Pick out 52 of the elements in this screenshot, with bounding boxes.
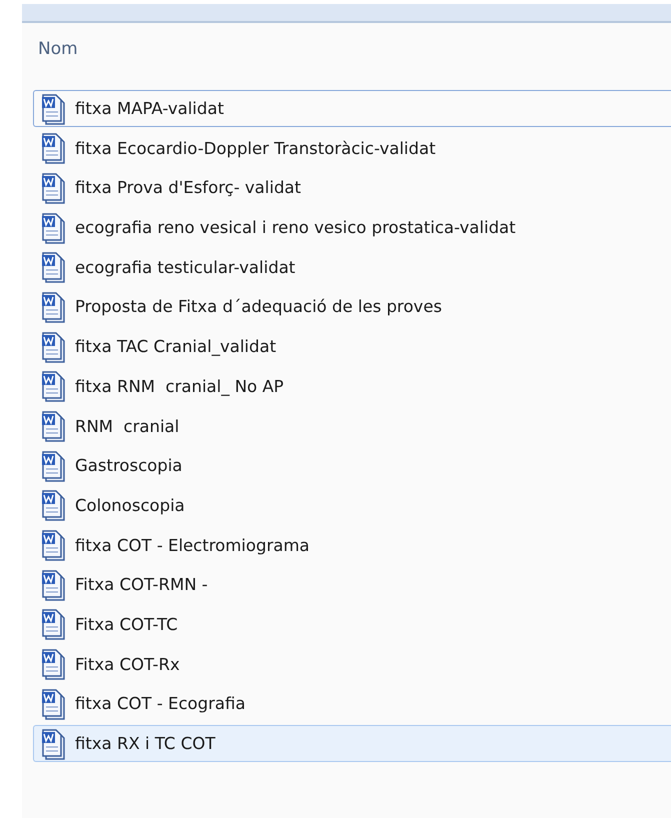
document-icon: [40, 648, 66, 680]
file-name: fitxa RX i TC COT: [75, 734, 216, 753]
document-icon: [40, 212, 66, 244]
file-row[interactable]: Fitxa COT-RMN -: [33, 566, 671, 604]
file-row[interactable]: Colonoscopia: [33, 486, 671, 524]
file-name: fitxa RNM cranial_ No AP: [75, 376, 284, 396]
document-icon: [40, 608, 66, 640]
file-row[interactable]: fitxa COT - Electromiograma: [33, 526, 671, 564]
file-name: Fitxa COT-TC: [75, 614, 178, 634]
document-icon: [40, 728, 66, 760]
file-name: Colonoscopia: [75, 496, 185, 515]
file-row[interactable]: Fitxa COT-Rx: [33, 646, 671, 683]
file-name: Gastroscopia: [75, 456, 182, 476]
file-name: fitxa COT - Ecografia: [75, 694, 246, 714]
file-name: ecografia testicular-validat: [75, 258, 296, 277]
file-row[interactable]: fitxa COT - Ecografia: [33, 685, 671, 722]
file-name: Fitxa COT-RMN -: [75, 575, 208, 594]
document-icon: [40, 290, 66, 323]
file-name: RNM cranial: [75, 416, 180, 436]
file-name: fitxa MAPA-validat: [75, 99, 224, 118]
document-icon: [40, 489, 66, 522]
file-name: Fitxa COT-Rx: [75, 654, 180, 674]
file-row[interactable]: Fitxa COT-TC: [33, 606, 671, 643]
document-icon: [40, 688, 66, 720]
document-icon: [40, 410, 66, 442]
file-name: ecografia reno vesical i reno vesico prostatica-validat: [75, 218, 516, 238]
file-row[interactable]: RNM cranial: [33, 408, 671, 444]
document-icon: [40, 568, 66, 601]
file-row[interactable]: Gastroscopia: [33, 447, 671, 484]
file-row[interactable]: ecografia testicular-validat: [33, 248, 671, 286]
document-icon: [40, 172, 66, 204]
file-name: fitxa Prova d'Esforç- validat: [75, 178, 302, 198]
document-icon: [40, 92, 66, 124]
document-icon: [40, 370, 66, 402]
file-row[interactable]: fitxa TAC Cranial_validat: [33, 328, 671, 366]
file-row[interactable]: fitxa RX i TC COT: [33, 725, 671, 762]
file-name: Proposta de Fitxa d´adequació de les proves: [75, 297, 442, 316]
column-header[interactable]: Nom: [22, 23, 671, 65]
file-row[interactable]: Proposta de Fitxa d´adequació de les proves: [33, 288, 671, 326]
document-icon: [40, 529, 66, 562]
file-row[interactable]: fitxa Ecocardio-Doppler Transtoràcic-validat: [33, 130, 671, 167]
document-icon: [40, 132, 66, 164]
document-icon: [40, 450, 66, 482]
file-row[interactable]: fitxa MAPA-validat: [33, 90, 671, 127]
document-icon: [40, 251, 66, 284]
file-name: fitxa Ecocardio-Doppler Transtoràcic-validat: [75, 138, 436, 158]
file-row[interactable]: fitxa RNM cranial_ No AP: [33, 368, 671, 405]
file-name: fitxa COT - Electromiograma: [75, 536, 310, 555]
file-row[interactable]: fitxa Prova d'Esforç- validat: [33, 169, 671, 206]
file-name: fitxa TAC Cranial_validat: [75, 337, 276, 356]
file-row[interactable]: ecografia reno vesical i reno vesico prostatica-validat: [33, 209, 671, 246]
document-icon: [40, 330, 66, 363]
